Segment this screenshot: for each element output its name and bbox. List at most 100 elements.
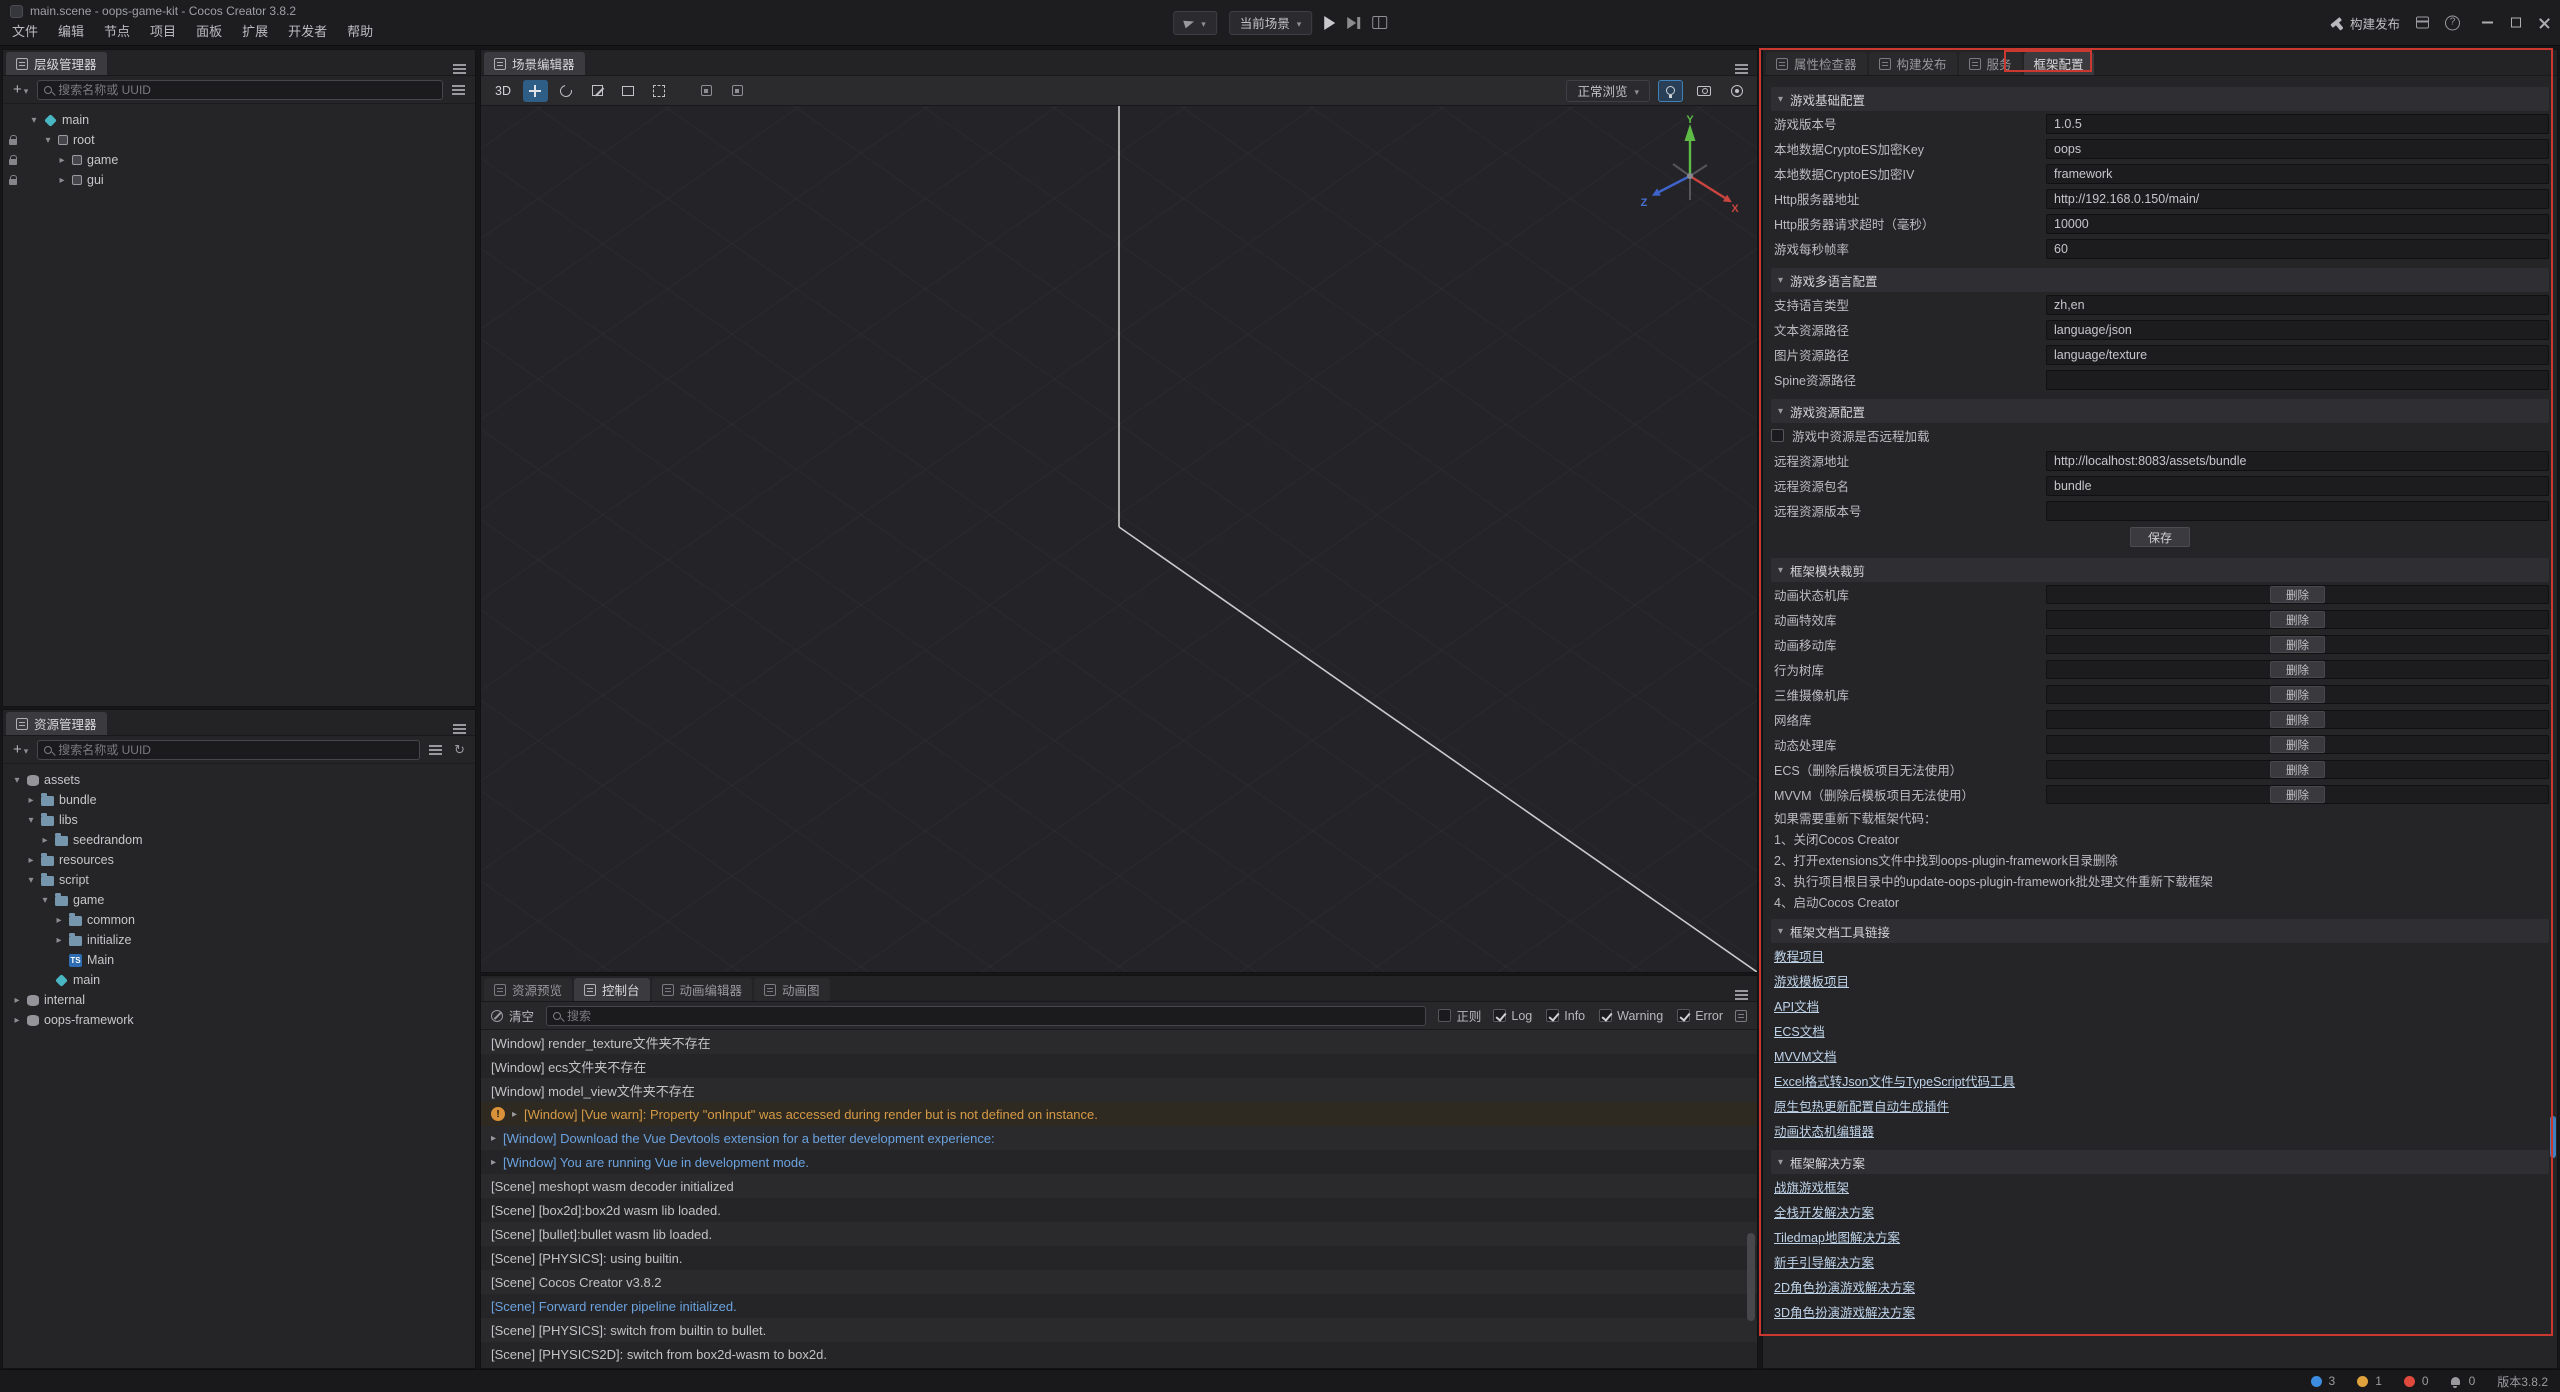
log-row[interactable]: [Scene] [bullet]:bullet wasm lib loaded. [481, 1222, 1757, 1246]
expand-arrow-icon[interactable]: ▾ [12, 775, 22, 786]
tree-node[interactable]: ▸seedrandom [3, 830, 475, 850]
field-input[interactable] [2046, 320, 2549, 340]
help-icon[interactable] [2445, 15, 2460, 30]
minimize-button[interactable] [2482, 22, 2493, 24]
snap-coord-button[interactable] [725, 80, 750, 102]
scale-tool-button[interactable] [585, 80, 610, 102]
tree-node[interactable]: ▸internal [3, 990, 475, 1010]
regex-toggle[interactable]: 正则 [1438, 1006, 1481, 1025]
delete-button[interactable]: 删除 [2270, 786, 2325, 803]
rect-tool-button[interactable] [616, 80, 641, 102]
section-header[interactable]: ▾游戏多语言配置 [1771, 268, 2549, 292]
filter-error[interactable]: Error [1677, 1009, 1723, 1023]
log-row[interactable]: [Scene] [box2d]:box2d wasm lib loaded. [481, 1198, 1757, 1222]
doc-link[interactable]: Excel格式转Json文件与TypeScript代码工具 [1774, 1071, 2015, 1090]
remote-load-checkbox[interactable] [1771, 429, 1784, 442]
menu-item[interactable]: 扩展 [242, 21, 268, 40]
delete-button[interactable]: 删除 [2270, 611, 2325, 628]
expand-icon[interactable]: ▸ [512, 1109, 517, 1120]
scene-viewport[interactable]: Y X Z [481, 106, 1757, 972]
delete-button[interactable]: 删除 [2270, 711, 2325, 728]
section-header[interactable]: ▾游戏资源配置 [1771, 399, 2549, 423]
menu-item[interactable]: 文件 [12, 21, 38, 40]
tree-node[interactable]: ▸initialize [3, 930, 475, 950]
expand-arrow-icon[interactable]: ▾ [26, 815, 36, 826]
panel-menu-button[interactable] [1729, 994, 1754, 996]
save-button[interactable]: 保存 [2130, 527, 2190, 547]
field-input[interactable] [2046, 189, 2549, 209]
expand-arrow-icon[interactable]: ▾ [43, 135, 53, 146]
section-header[interactable]: ▾游戏基础配置 [1771, 87, 2549, 111]
filter-checkbox[interactable] [1493, 1009, 1506, 1022]
collapse-log-icon[interactable] [1735, 1010, 1747, 1022]
tab-anim-editor[interactable]: 动画编辑器 [652, 978, 753, 1001]
add-node-button[interactable] [10, 82, 31, 97]
log-row[interactable]: ▸[Window] You are running Vue in develop… [481, 1150, 1757, 1174]
tab-anim-graph[interactable]: 动画图 [754, 978, 830, 1001]
expand-icon[interactable]: ▸ [491, 1133, 496, 1144]
doc-link[interactable]: 新手引导解决方案 [1774, 1252, 1874, 1271]
menu-item[interactable]: 节点 [104, 21, 130, 40]
error-count-icon[interactable] [2404, 1376, 2415, 1387]
filter-warning[interactable]: Warning [1599, 1009, 1663, 1023]
tab-service[interactable]: 服务 [1959, 52, 2022, 75]
expand-icon[interactable]: ▸ [491, 1157, 496, 1168]
doc-link[interactable]: 3D角色扮演游戏解决方案 [1774, 1302, 1915, 1321]
tab-hierarchy[interactable]: 层级管理器 [6, 52, 107, 75]
close-button[interactable] [2539, 17, 2550, 28]
doc-link[interactable]: 战旗游戏框架 [1774, 1177, 1849, 1196]
tab-console[interactable]: 控制台 [574, 978, 650, 1001]
field-input[interactable] [2046, 345, 2549, 365]
orientation-gizmo[interactable]: Y X Z [1635, 114, 1745, 224]
field-input[interactable] [2046, 239, 2549, 259]
filter-log[interactable]: Log [1493, 1009, 1532, 1023]
field-input[interactable] [2046, 139, 2549, 159]
layout-grid-icon[interactable] [1372, 16, 1387, 29]
tree-node[interactable]: ▾main [3, 110, 475, 130]
expand-arrow-icon[interactable]: ▸ [40, 835, 50, 846]
ui-transform-tool-button[interactable] [647, 80, 672, 102]
menu-item[interactable]: 项目 [150, 21, 176, 40]
tree-node[interactable]: ▾game [3, 890, 475, 910]
doc-link[interactable]: 原生包热更新配置自动生成插件 [1774, 1096, 1949, 1115]
assets-filter-button[interactable] [426, 749, 445, 751]
doc-link[interactable]: MVVM文档 [1774, 1046, 1837, 1065]
log-row[interactable]: [Scene] [PHYSICS]: using builtin. [481, 1246, 1757, 1270]
doc-link[interactable]: ECS文档 [1774, 1021, 1825, 1040]
filter-checkbox[interactable] [1546, 1009, 1559, 1022]
scene-settings-button[interactable] [1724, 80, 1749, 102]
tab-framework-config[interactable]: 框架配置 [2024, 52, 2094, 75]
log-row[interactable]: [Scene] [PHYSICS2D]: switch from box2d-w… [481, 1342, 1757, 1366]
menu-item[interactable]: 帮助 [347, 21, 373, 40]
delete-button[interactable]: 删除 [2270, 661, 2325, 678]
refresh-button[interactable] [451, 742, 468, 758]
mode-3d-toggle[interactable]: 3D [489, 84, 517, 98]
log-row[interactable]: [Window] render_texture文件夹不存在 [481, 1030, 1757, 1054]
tree-node[interactable]: ▾assets [3, 770, 475, 790]
expand-arrow-icon[interactable]: ▸ [57, 175, 67, 186]
doc-link[interactable]: API文档 [1774, 996, 1819, 1015]
section-header[interactable]: ▾框架模块裁剪 [1771, 558, 2549, 582]
doc-link[interactable]: Tiledmap地图解决方案 [1774, 1227, 1900, 1246]
tree-node[interactable]: ▸oops-framework [3, 1010, 475, 1030]
delete-button[interactable]: 删除 [2270, 761, 2325, 778]
log-row[interactable]: [Scene] Cocos Creator v3.8.2 [481, 1270, 1757, 1294]
filter-info[interactable]: Info [1546, 1009, 1585, 1023]
play-button[interactable] [1324, 16, 1335, 30]
rotate-tool-button[interactable] [554, 80, 579, 102]
section-header[interactable]: ▾框架解决方案 [1771, 1150, 2549, 1174]
tree-node[interactable]: ▾script [3, 870, 475, 890]
panel-menu-button[interactable] [447, 68, 472, 70]
tree-node[interactable]: ▸gui [3, 170, 475, 190]
field-input[interactable] [2046, 164, 2549, 184]
log-row[interactable]: !▸[Window] [Vue warn]: Property "onInput… [481, 1102, 1757, 1126]
field-input[interactable] [2046, 214, 2549, 234]
log-row[interactable]: [Scene] Forward render pipeline initiali… [481, 1294, 1757, 1318]
expand-arrow-icon[interactable]: ▸ [26, 795, 36, 806]
filter-checkbox[interactable] [1677, 1009, 1690, 1022]
field-input[interactable] [2046, 501, 2549, 521]
field-input[interactable] [2046, 114, 2549, 134]
info-count-icon[interactable] [2311, 1376, 2322, 1387]
assets-search-input[interactable] [58, 743, 413, 757]
tab-inspector[interactable]: 属性检查器 [1766, 52, 1867, 75]
